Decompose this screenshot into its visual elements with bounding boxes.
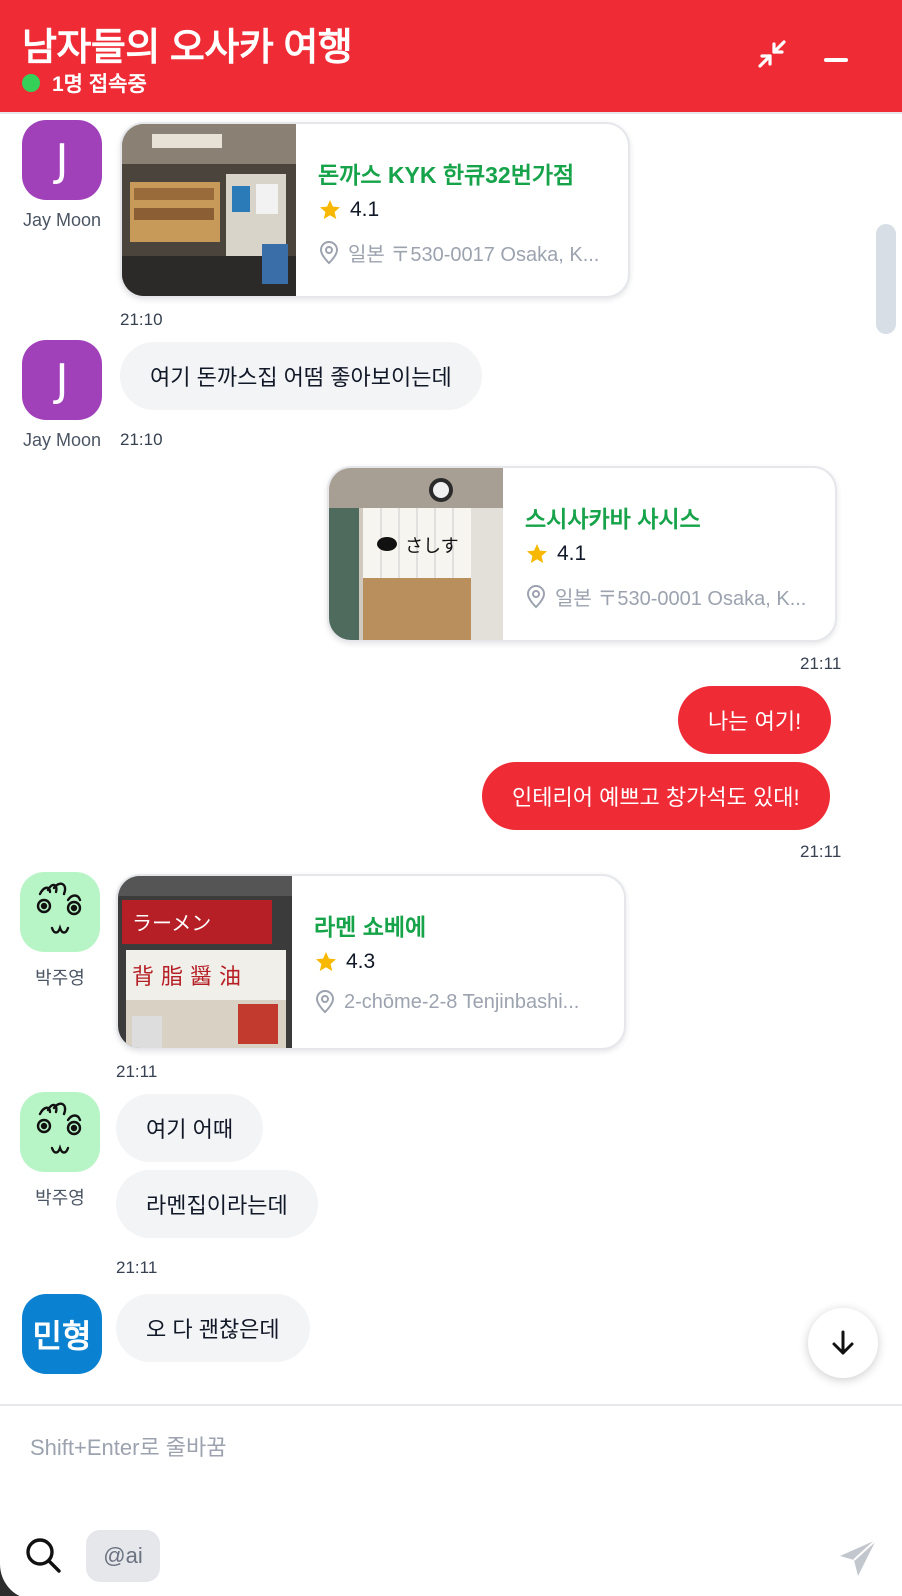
online-dot-icon [22,74,40,92]
message-time: 21:10 [120,430,163,449]
rating-value: 4.1 [557,542,587,565]
rating-value: 4.3 [346,950,376,973]
send-icon[interactable] [838,1538,878,1583]
location-pin-icon [526,584,546,608]
place-name: 라멘 쇼베에 [314,914,427,940]
place-card[interactable]: さしす 스시사카바 사시스 4.1 일본 〒530-0001 Osaka, K.… [327,466,837,642]
sender-name: 박주영 [35,1188,85,1208]
window-corner [0,1540,60,1596]
collapse-arrows-icon[interactable] [752,34,792,74]
scroll-to-bottom-button[interactable] [808,1308,878,1378]
message-time: 21:11 [116,1062,158,1081]
avatar[interactable]: J [22,340,102,420]
arrow-down-icon [832,1330,854,1355]
avatar[interactable]: J [22,120,102,200]
sender-name: Jay Moon [22,430,102,450]
ai-mention-chip[interactable]: @ai [86,1530,160,1582]
message-input[interactable]: Shift+Enter로 줄바꿈 [30,1430,850,1462]
online-status: 1명 접속중 [22,68,147,98]
message-time: 21:11 [800,842,842,861]
message-bubble[interactable]: 라멘집이라는데 [116,1170,318,1238]
place-rating: 4.3 [314,950,375,974]
message-bubble[interactable]: 나는 여기! [678,686,832,754]
place-photo: さしす [329,468,503,640]
place-card[interactable]: 돈까스 KYK 한큐32번가점 4.1 일본 〒530-0017 Osaka, … [120,122,630,298]
message-bubble[interactable]: 인테리어 예쁘고 창가석도 있대! [482,762,830,830]
message-time: 21:10 [120,310,163,329]
message-bubble[interactable]: 오 다 괜찮은데 [116,1294,310,1362]
rating-value: 4.1 [350,198,380,221]
message-bubble[interactable]: 여기 돈까스집 어떰 좋아보이는데 [120,342,482,410]
place-address: 2-chōme-2-8 Tenjinbashi... [314,990,604,1014]
svg-text:背 脂 醤 油: 背 脂 醤 油 [132,965,241,990]
minus-icon[interactable] [816,34,856,74]
message-list[interactable]: J Jay Moon 돈까스 KYK 한큐32번가점 4.1 일본 〒530-0… [0,112,902,1404]
chat-room-title: 남자들의 오사카 여행 [22,27,353,69]
avatar[interactable] [20,1092,100,1172]
place-address: 일본 〒530-0017 Osaka, K... [318,238,608,267]
place-name: 스시사카바 사시스 [525,506,701,532]
place-rating: 4.1 [525,542,586,566]
message-composer: Shift+Enter로 줄바꿈 @ai [0,1404,902,1596]
star-icon [527,544,547,563]
chat-header: 남자들의 오사카 여행 1명 접속중 [0,0,902,112]
place-photo: ラーメン 背 脂 醤 油 [118,876,292,1048]
place-card[interactable]: ラーメン 背 脂 醤 油 라멘 쇼베에 4.3 2-chōme-2-8 Tenj… [116,874,626,1050]
svg-text:さしす: さしす [405,536,459,557]
avatar[interactable] [20,872,100,952]
location-pin-icon [319,240,339,264]
star-icon [316,952,336,971]
place-rating: 4.1 [318,198,379,222]
sender-name: Jay Moon [22,210,102,230]
message-bubble[interactable]: 여기 어때 [116,1094,264,1162]
avatar[interactable]: 민형 [22,1294,102,1374]
place-name: 돈까스 KYK 한큐32번가점 [318,162,575,188]
sender-name: 박주영 [35,968,85,988]
star-icon [320,200,340,219]
scrollbar-thumb[interactable] [876,224,896,334]
location-pin-icon [315,990,335,1014]
place-photo [122,124,296,296]
message-time: 21:11 [116,1258,158,1277]
place-address: 일본 〒530-0001 Osaka, K... [525,582,815,611]
online-count: 1명 접속중 [52,73,147,96]
message-time: 21:11 [800,654,842,673]
svg-text:ラーメン: ラーメン [132,911,211,935]
